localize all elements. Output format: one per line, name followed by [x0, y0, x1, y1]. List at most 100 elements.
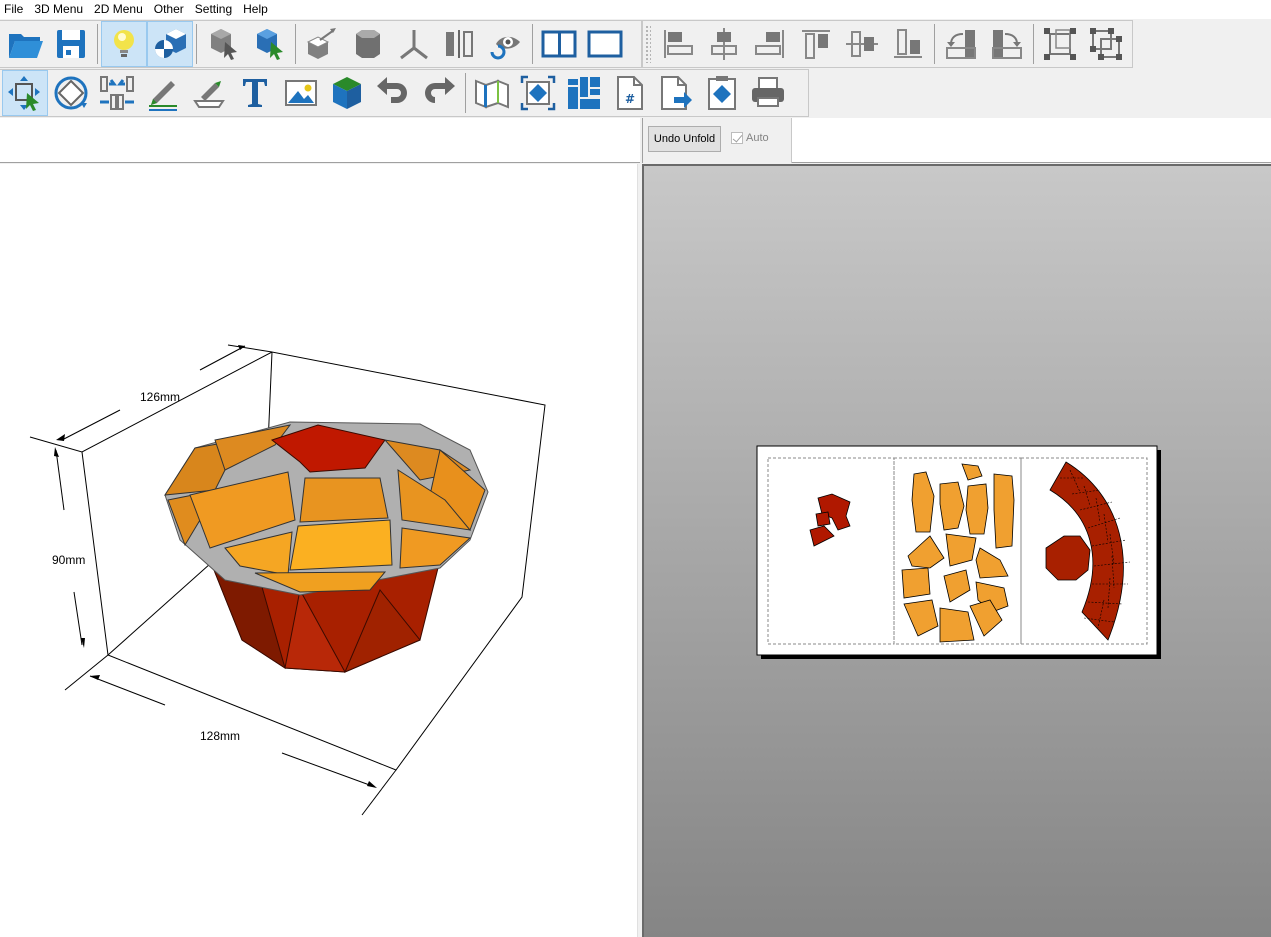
group-icon — [1044, 28, 1076, 60]
toolbar-separator — [465, 73, 466, 113]
texture-toggle[interactable] — [147, 21, 193, 67]
single-view-button[interactable] — [582, 21, 628, 67]
view-3d[interactable]: 126mm 90mm 128mm — [0, 164, 637, 937]
width-dimension-label: 128mm — [200, 729, 240, 743]
image-button[interactable] — [278, 70, 324, 116]
unfold-panel: Undo Unfold Auto — [642, 118, 792, 163]
unfold-button[interactable] — [469, 70, 515, 116]
model-top-face — [289, 519, 393, 571]
auto-checkbox-box[interactable] — [731, 132, 743, 144]
ungroup-button[interactable] — [1083, 21, 1129, 67]
rotate-part-button[interactable] — [48, 70, 94, 116]
color-button[interactable] — [324, 70, 370, 116]
toolbar-separator — [532, 24, 533, 64]
print-icon — [752, 77, 784, 107]
clipboard-icon — [708, 76, 736, 110]
lighting-toggle[interactable] — [101, 21, 147, 67]
menu-other[interactable]: Other — [149, 0, 190, 19]
move-select-icon — [8, 76, 40, 111]
view-3d-canvas[interactable]: 126mm 90mm 128mm — [0, 164, 637, 937]
toolbar-2d: # — [0, 69, 809, 117]
axis-button[interactable] — [391, 21, 437, 67]
select-part-button[interactable] — [246, 21, 292, 67]
align-left-button[interactable] — [655, 21, 701, 67]
auto-checkbox-label: Auto — [746, 132, 769, 144]
auto-layout-button[interactable] — [561, 70, 607, 116]
menu-bar: File 3D Menu 2D Menu Other Setting Help — [0, 0, 1271, 19]
page-number-button[interactable]: # — [607, 70, 653, 116]
undo-button[interactable] — [370, 70, 416, 116]
auto-layout-icon — [568, 77, 600, 109]
unfold-map-icon — [475, 79, 509, 109]
save-icon — [57, 30, 85, 58]
move-select-button[interactable] — [2, 70, 48, 116]
prism-button[interactable] — [345, 21, 391, 67]
select-button[interactable] — [200, 21, 246, 67]
join-split-icon — [100, 76, 134, 110]
redo-button[interactable] — [416, 70, 462, 116]
toolbar-separator — [1033, 24, 1034, 64]
mirror-button[interactable] — [437, 21, 483, 67]
lightbulb-icon — [114, 30, 134, 57]
reset-view-button[interactable] — [483, 21, 529, 67]
toolbar-separator — [97, 24, 98, 64]
align-right-icon — [755, 30, 784, 58]
align-center-horizontal-icon — [711, 28, 737, 60]
print-button[interactable] — [745, 70, 791, 116]
join-split-button[interactable] — [94, 70, 140, 116]
fold-line-button[interactable] — [186, 70, 232, 116]
toolbar-separator — [934, 24, 935, 64]
rotate-left-button[interactable] — [938, 21, 984, 67]
draw-line-button[interactable] — [140, 70, 186, 116]
top-piece[interactable] — [965, 483, 989, 535]
align-center-h-button[interactable] — [701, 21, 747, 67]
text-button[interactable] — [232, 70, 278, 116]
left-options-bar — [0, 118, 640, 163]
align-middle-vertical-icon — [846, 31, 878, 57]
save-button[interactable] — [48, 21, 94, 67]
split-view-button[interactable] — [536, 21, 582, 67]
text-icon — [243, 79, 267, 107]
fit-page-icon — [520, 75, 556, 111]
group-button[interactable] — [1037, 21, 1083, 67]
single-view-icon — [587, 30, 623, 58]
page-number-icon: # — [617, 76, 643, 110]
ungroup-icon — [1090, 28, 1122, 60]
cap-piece[interactable] — [815, 511, 831, 527]
cupcake-model[interactable] — [164, 421, 489, 673]
rotate-right-button[interactable] — [984, 21, 1030, 67]
align-bottom-icon — [894, 29, 922, 58]
toolbar-separator — [196, 24, 197, 64]
extrude-button[interactable] — [299, 21, 345, 67]
export-page-icon — [661, 76, 692, 110]
redo-icon — [425, 77, 455, 103]
fit-page-button[interactable] — [515, 70, 561, 116]
undo-icon — [377, 77, 407, 103]
toolbar-separator — [295, 24, 296, 64]
align-middle-v-button[interactable] — [839, 21, 885, 67]
align-bottom-button[interactable] — [885, 21, 931, 67]
rotate-left-icon — [946, 30, 976, 59]
align-right-button[interactable] — [747, 21, 793, 67]
svg-text:#: # — [625, 92, 635, 106]
clipboard-button[interactable] — [699, 70, 745, 116]
view-2d[interactable] — [642, 164, 1271, 937]
export-page-button[interactable] — [653, 70, 699, 116]
menu-2d[interactable]: 2D Menu — [89, 0, 149, 19]
open-button[interactable] — [2, 21, 48, 67]
menu-3d[interactable]: 3D Menu — [29, 0, 89, 19]
align-top-button[interactable] — [793, 21, 839, 67]
menu-setting[interactable]: Setting — [190, 0, 238, 19]
toolbar-grip[interactable] — [645, 25, 651, 63]
auto-checkbox[interactable]: Auto — [731, 132, 769, 144]
menu-file[interactable]: File — [0, 0, 29, 19]
draw-line-icon — [149, 81, 177, 111]
height-dimension-label: 90mm — [52, 553, 85, 567]
axis-icon — [400, 30, 428, 60]
toolbar-3d — [0, 20, 642, 68]
undo-unfold-button[interactable]: Undo Unfold — [648, 126, 721, 152]
top-piece[interactable] — [901, 567, 931, 599]
view-2d-canvas[interactable] — [644, 166, 1271, 937]
top-piece[interactable] — [993, 473, 1015, 549]
menu-help[interactable]: Help — [238, 0, 274, 19]
